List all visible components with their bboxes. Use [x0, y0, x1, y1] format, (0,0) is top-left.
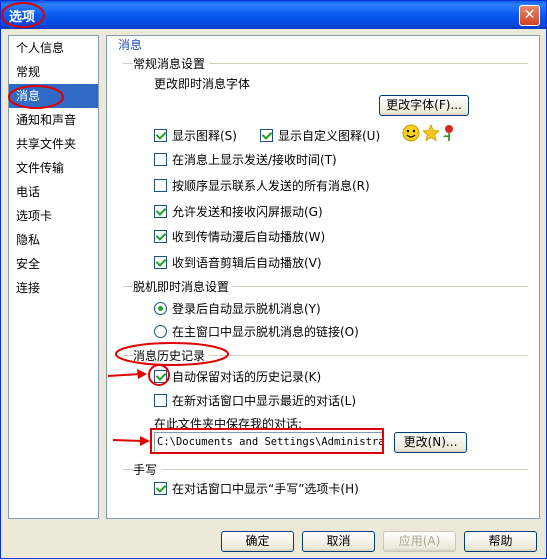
messages-panel: 消息 常规消息设置 更改即时消息字体 更改字体(F)... 显示图释(S) 显示… — [106, 35, 540, 519]
panel-title: 消息 — [118, 36, 143, 54]
cancel-button[interactable]: 取消 — [302, 531, 375, 552]
save-folder-path[interactable]: C:\Documents and Settings\Administrat — [154, 432, 384, 453]
autoplay-winks-checkbox[interactable] — [154, 229, 167, 243]
auto-keep-history-checkbox[interactable] — [154, 369, 167, 383]
close-button[interactable]: ✕ — [519, 5, 540, 26]
save-folder-label: 在此文件夹中保存我的对话: — [154, 417, 303, 431]
handwriting-heading: 手写 — [133, 461, 162, 478]
show-sequential-option[interactable]: 按顺序显示联系人发送的所有消息(R) — [154, 177, 370, 193]
show-recent-option[interactable]: 在新对话窗口中显示最近的对话(L) — [154, 392, 356, 408]
rose-icon — [443, 125, 453, 141]
show-emoticons-option[interactable]: 显示图释(S) — [154, 127, 237, 143]
sidebar-item-connection[interactable]: 连接 — [9, 276, 98, 300]
show-handwriting-tab-label: 在对话窗口中显示“手写”选项卡(H) — [172, 481, 359, 496]
title-bar[interactable]: 选项 ✕ — [1, 1, 546, 29]
sidebar-item-security[interactable]: 安全 — [9, 252, 98, 276]
category-list: 个人信息 常规 消息 通知和声音 共享文件夹 文件传输 电话 选项卡 隐私 安全… — [8, 35, 99, 519]
ok-button[interactable]: 确定 — [221, 531, 294, 552]
show-offline-link-radio[interactable] — [154, 324, 167, 338]
divider — [123, 469, 528, 470]
autoplay-voice-checkbox[interactable] — [154, 255, 167, 269]
help-button[interactable]: 帮助 — [464, 531, 537, 552]
auto-show-offline-option[interactable]: 登录后自动显示脱机消息(Y) — [154, 300, 321, 316]
show-emoticons-checkbox[interactable] — [154, 128, 167, 142]
change-font-button[interactable]: 更改字体(F)... — [379, 95, 469, 116]
history-heading: 消息历史记录 — [133, 347, 210, 364]
show-recent-checkbox[interactable] — [154, 393, 167, 407]
show-sequential-checkbox[interactable] — [154, 178, 167, 192]
sidebar-item-messages[interactable]: 消息 — [9, 84, 98, 108]
auto-show-offline-label: 登录后自动显示脱机消息(Y) — [172, 301, 321, 316]
sidebar-item-profile[interactable]: 个人信息 — [9, 36, 98, 60]
show-custom-emoticons-label: 显示自定义图释(U) — [278, 128, 381, 143]
show-handwriting-tab-checkbox[interactable] — [154, 481, 167, 495]
sidebar-item-file-transfer[interactable]: 文件传输 — [9, 156, 98, 180]
show-custom-emoticons-checkbox[interactable] — [260, 128, 273, 142]
sidebar-item-sharing-folders[interactable]: 共享文件夹 — [9, 132, 98, 156]
sidebar-item-tabs[interactable]: 选项卡 — [9, 204, 98, 228]
change-folder-button[interactable]: 更改(N)... — [394, 432, 467, 453]
show-offline-link-option[interactable]: 在主窗口中显示脱机消息的链接(O) — [154, 323, 359, 339]
autoplay-winks-label: 收到传情动漫后自动播放(W) — [172, 229, 326, 244]
offline-heading: 脱机即时消息设置 — [133, 278, 234, 295]
auto-keep-history-label: 自动保留对话的历史记录(K) — [172, 369, 322, 384]
show-recent-label: 在新对话窗口中显示最近的对话(L) — [172, 393, 357, 408]
allow-nudges-label: 允许发送和接收闪屏振动(G) — [172, 204, 323, 219]
sidebar-item-alerts-sounds[interactable]: 通知和声音 — [9, 108, 98, 132]
autoplay-voice-option[interactable]: 收到语音剪辑后自动播放(V) — [154, 254, 322, 270]
show-timestamps-checkbox[interactable] — [154, 152, 167, 166]
allow-nudges-checkbox[interactable] — [154, 204, 167, 218]
auto-show-offline-radio[interactable] — [154, 301, 167, 315]
show-handwriting-tab-option[interactable]: 在对话窗口中显示“手写”选项卡(H) — [154, 480, 359, 496]
font-label: 更改即时消息字体 — [154, 77, 251, 91]
sidebar-item-phone[interactable]: 电话 — [9, 180, 98, 204]
show-custom-emoticons-option[interactable]: 显示自定义图释(U) — [260, 127, 380, 143]
autoplay-winks-option[interactable]: 收到传情动漫后自动播放(W) — [154, 228, 325, 244]
sidebar-item-general[interactable]: 常规 — [9, 60, 98, 84]
star-icon — [422, 124, 440, 142]
auto-keep-history-option[interactable]: 自动保留对话的历史记录(K) — [154, 368, 321, 384]
show-emoticons-label: 显示图释(S) — [172, 128, 237, 143]
show-sequential-label: 按顺序显示联系人发送的所有消息(R) — [172, 178, 370, 193]
window-title: 选项 — [9, 10, 36, 25]
autoplay-voice-label: 收到语音剪辑后自动播放(V) — [172, 255, 322, 270]
allow-nudges-option[interactable]: 允许发送和接收闪屏振动(G) — [154, 203, 323, 219]
show-timestamps-option[interactable]: 在消息上显示发送/接收时间(T) — [154, 151, 337, 167]
emoticon-preview — [402, 124, 456, 142]
smiley-icon — [402, 124, 420, 142]
options-dialog: 选项 ✕ 个人信息 常规 消息 通知和声音 共享文件夹 文件传输 电话 选项卡 … — [0, 0, 547, 559]
general-heading: 常规消息设置 — [133, 55, 210, 72]
apply-button[interactable]: 应用(A) — [383, 531, 456, 552]
show-timestamps-label: 在消息上显示发送/接收时间(T) — [172, 152, 337, 167]
show-offline-link-label: 在主窗口中显示脱机消息的链接(O) — [172, 324, 359, 339]
sidebar-item-privacy[interactable]: 隐私 — [9, 228, 98, 252]
